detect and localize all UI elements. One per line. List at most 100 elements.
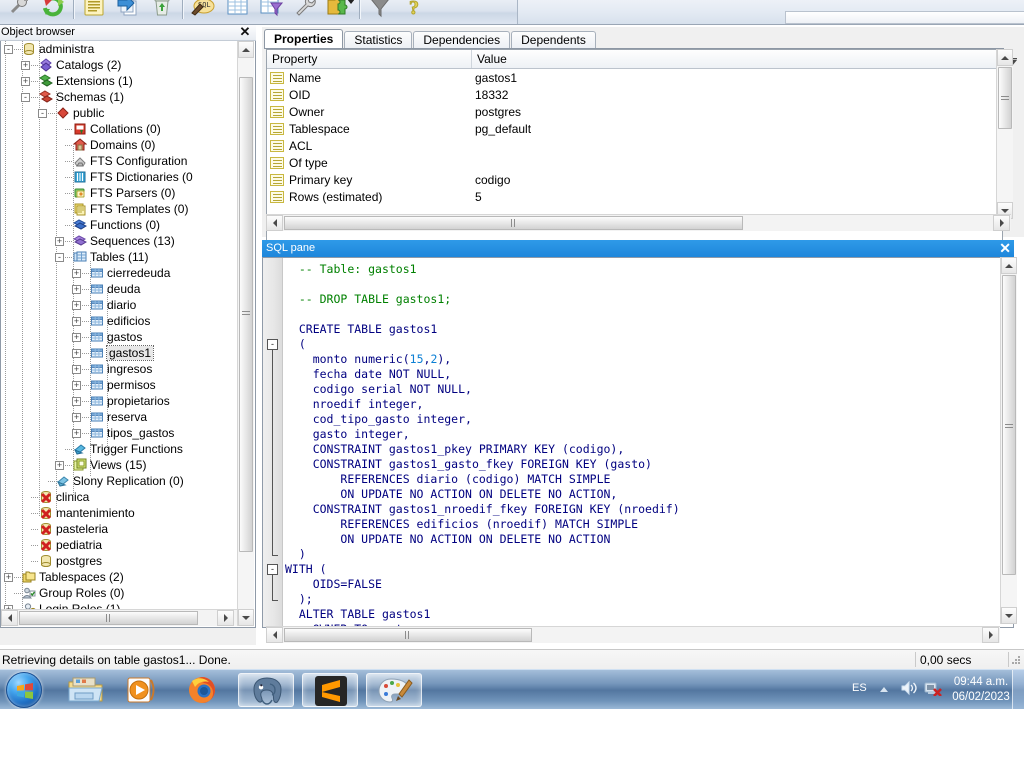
tree-item[interactable]: clinica (1, 489, 235, 505)
tree-hscroll-thumb[interactable] (19, 611, 198, 625)
scroll-up-icon[interactable] (238, 41, 254, 58)
tree-item[interactable]: Domains (0) (1, 137, 235, 153)
plugins-icon[interactable] (322, 0, 356, 24)
expand-icon[interactable]: + (4, 573, 13, 582)
clock[interactable]: 09:44 a.m. 06/02/2023 (946, 675, 1016, 705)
tree-item[interactable]: FTS Templates (0) (1, 201, 235, 217)
maintenance-icon[interactable] (288, 0, 322, 24)
tab-statistics[interactable]: Statistics (344, 31, 413, 49)
show-hidden-icons-icon[interactable] (878, 684, 890, 698)
refresh-icon[interactable] (36, 0, 70, 24)
tree-item[interactable]: FTS Configuration (1, 153, 235, 169)
taskbar-firefox[interactable] (174, 673, 230, 707)
tree-item[interactable]: postgres (1, 553, 235, 569)
refresh-connection-icon[interactable] (2, 0, 36, 24)
taskbar-paint[interactable] (366, 673, 422, 707)
expand-icon[interactable]: + (72, 333, 81, 342)
scroll-right-icon[interactable] (217, 610, 234, 626)
tray-language-indicator[interactable]: ES (852, 682, 867, 694)
collapse-icon[interactable]: - (38, 109, 47, 118)
tree-item[interactable]: - administra (1, 41, 235, 57)
collapse-icon[interactable]: - (21, 93, 30, 102)
tree-item[interactable]: pasteleria (1, 521, 235, 537)
tab-dependents[interactable]: Dependents (511, 31, 596, 49)
table-row[interactable]: Primary key codigo (267, 172, 1002, 189)
tree-item[interactable]: FTS Parsers (0) (1, 185, 235, 201)
expand-icon[interactable]: + (72, 429, 81, 438)
fold-toggle-icon[interactable]: - (267, 339, 278, 350)
sql-horizontal-scrollbar[interactable] (266, 626, 1000, 643)
table-row[interactable]: Name gastos1 (267, 70, 1002, 87)
tree-item[interactable]: - public (1, 105, 235, 121)
tree-item[interactable]: + permisos (1, 377, 235, 393)
sql-vertical-scrollbar[interactable] (1000, 257, 1017, 624)
tree-item[interactable]: + Views (15) (1, 457, 235, 473)
expand-icon[interactable]: + (72, 349, 81, 358)
tree-item[interactable]: Collations (0) (1, 121, 235, 137)
tree-horizontal-scrollbar[interactable] (1, 609, 237, 626)
tree-item[interactable]: + reserva (1, 409, 235, 425)
view-data-icon[interactable] (220, 0, 254, 24)
resize-grip-icon[interactable] (1010, 654, 1022, 666)
properties-scroll-thumb[interactable] (998, 67, 1012, 129)
sql-scroll-thumb[interactable] (1002, 275, 1016, 575)
properties-vertical-scrollbar[interactable] (996, 49, 1013, 219)
tree-item[interactable]: Slony Replication (0) (1, 473, 235, 489)
scroll-down-icon[interactable] (238, 609, 254, 626)
tab-dependencies[interactable]: Dependencies (413, 31, 511, 49)
view-filtered-data-icon[interactable] (254, 0, 288, 24)
tree-item[interactable]: + diario (1, 297, 235, 313)
tree-scroll-thumb[interactable] (239, 77, 253, 552)
taskbar-pgadmin[interactable] (238, 673, 294, 707)
tree-item[interactable]: Functions (0) (1, 217, 235, 233)
collapse-icon[interactable]: - (4, 45, 13, 54)
table-row[interactable]: ACL (267, 138, 1002, 155)
start-button[interactable] (2, 672, 54, 708)
tree-item[interactable]: mantenimiento (1, 505, 235, 521)
table-row[interactable]: Tablespace pg_default (267, 121, 1002, 138)
tree-item[interactable]: Group Roles (0) (1, 585, 235, 601)
drop-object-icon[interactable] (145, 0, 179, 24)
tree-item[interactable]: + Sequences (13) (1, 233, 235, 249)
collapse-icon[interactable]: - (55, 253, 64, 262)
tree-item[interactable]: pediatria (1, 537, 235, 553)
tab-properties[interactable]: Properties (264, 29, 344, 49)
tree-item[interactable]: + Extensions (1) (1, 73, 235, 89)
scroll-right-icon[interactable] (982, 627, 999, 643)
tree-item[interactable]: - Tables (11) (1, 249, 235, 265)
column-header-property[interactable]: Property (267, 50, 471, 68)
close-icon[interactable]: ✕ (999, 239, 1011, 257)
table-row[interactable]: Rows (estimated) 5 (267, 189, 1002, 206)
close-icon[interactable]: ✕ (238, 25, 252, 40)
sql-code-text[interactable]: -- Table: gastos1 -- DROP TABLE gastos1;… (285, 262, 1013, 627)
tree-item[interactable]: - Schemas (1) (1, 89, 235, 105)
filter-icon[interactable] (363, 0, 397, 24)
expand-icon[interactable]: + (55, 237, 64, 246)
tree-item[interactable]: + propietarios (1, 393, 235, 409)
expand-icon[interactable]: + (72, 413, 81, 422)
fold-toggle-icon[interactable]: - (267, 564, 278, 575)
tree-item[interactable]: + ingresos (1, 361, 235, 377)
table-row[interactable]: Of type (267, 155, 1002, 172)
properties-grid[interactable]: Property Value Name gastos1 OID 18332 Owner p… (266, 49, 1003, 241)
properties-horizontal-scrollbar[interactable] (266, 214, 1011, 231)
network-disconnected-icon[interactable] (924, 680, 942, 699)
volume-icon[interactable] (900, 680, 918, 699)
sql-hscroll-thumb[interactable] (284, 628, 532, 642)
expand-icon[interactable]: + (21, 77, 30, 86)
expand-icon[interactable]: + (72, 285, 81, 294)
show-desktop-button[interactable] (1012, 670, 1024, 710)
object-tree[interactable]: - administra + Catalogs (2) + Extensions (1) -… (1, 41, 235, 626)
taskbar-media-player[interactable] (116, 673, 172, 707)
scroll-right-icon[interactable] (993, 215, 1010, 231)
tree-vertical-scrollbar[interactable] (237, 41, 254, 626)
properties-icon[interactable] (77, 0, 111, 24)
new-object-icon[interactable] (111, 0, 145, 24)
tree-item[interactable]: Trigger Functions (1, 441, 235, 457)
tree-item[interactable]: + cierredeuda (1, 265, 235, 281)
expand-icon[interactable]: + (72, 301, 81, 310)
column-header-value[interactable]: Value (471, 50, 771, 68)
properties-tabs[interactable]: Properties Statistics Dependencies Dependen… (264, 29, 597, 49)
scroll-left-icon[interactable] (266, 215, 283, 231)
expand-icon[interactable]: + (55, 461, 64, 470)
